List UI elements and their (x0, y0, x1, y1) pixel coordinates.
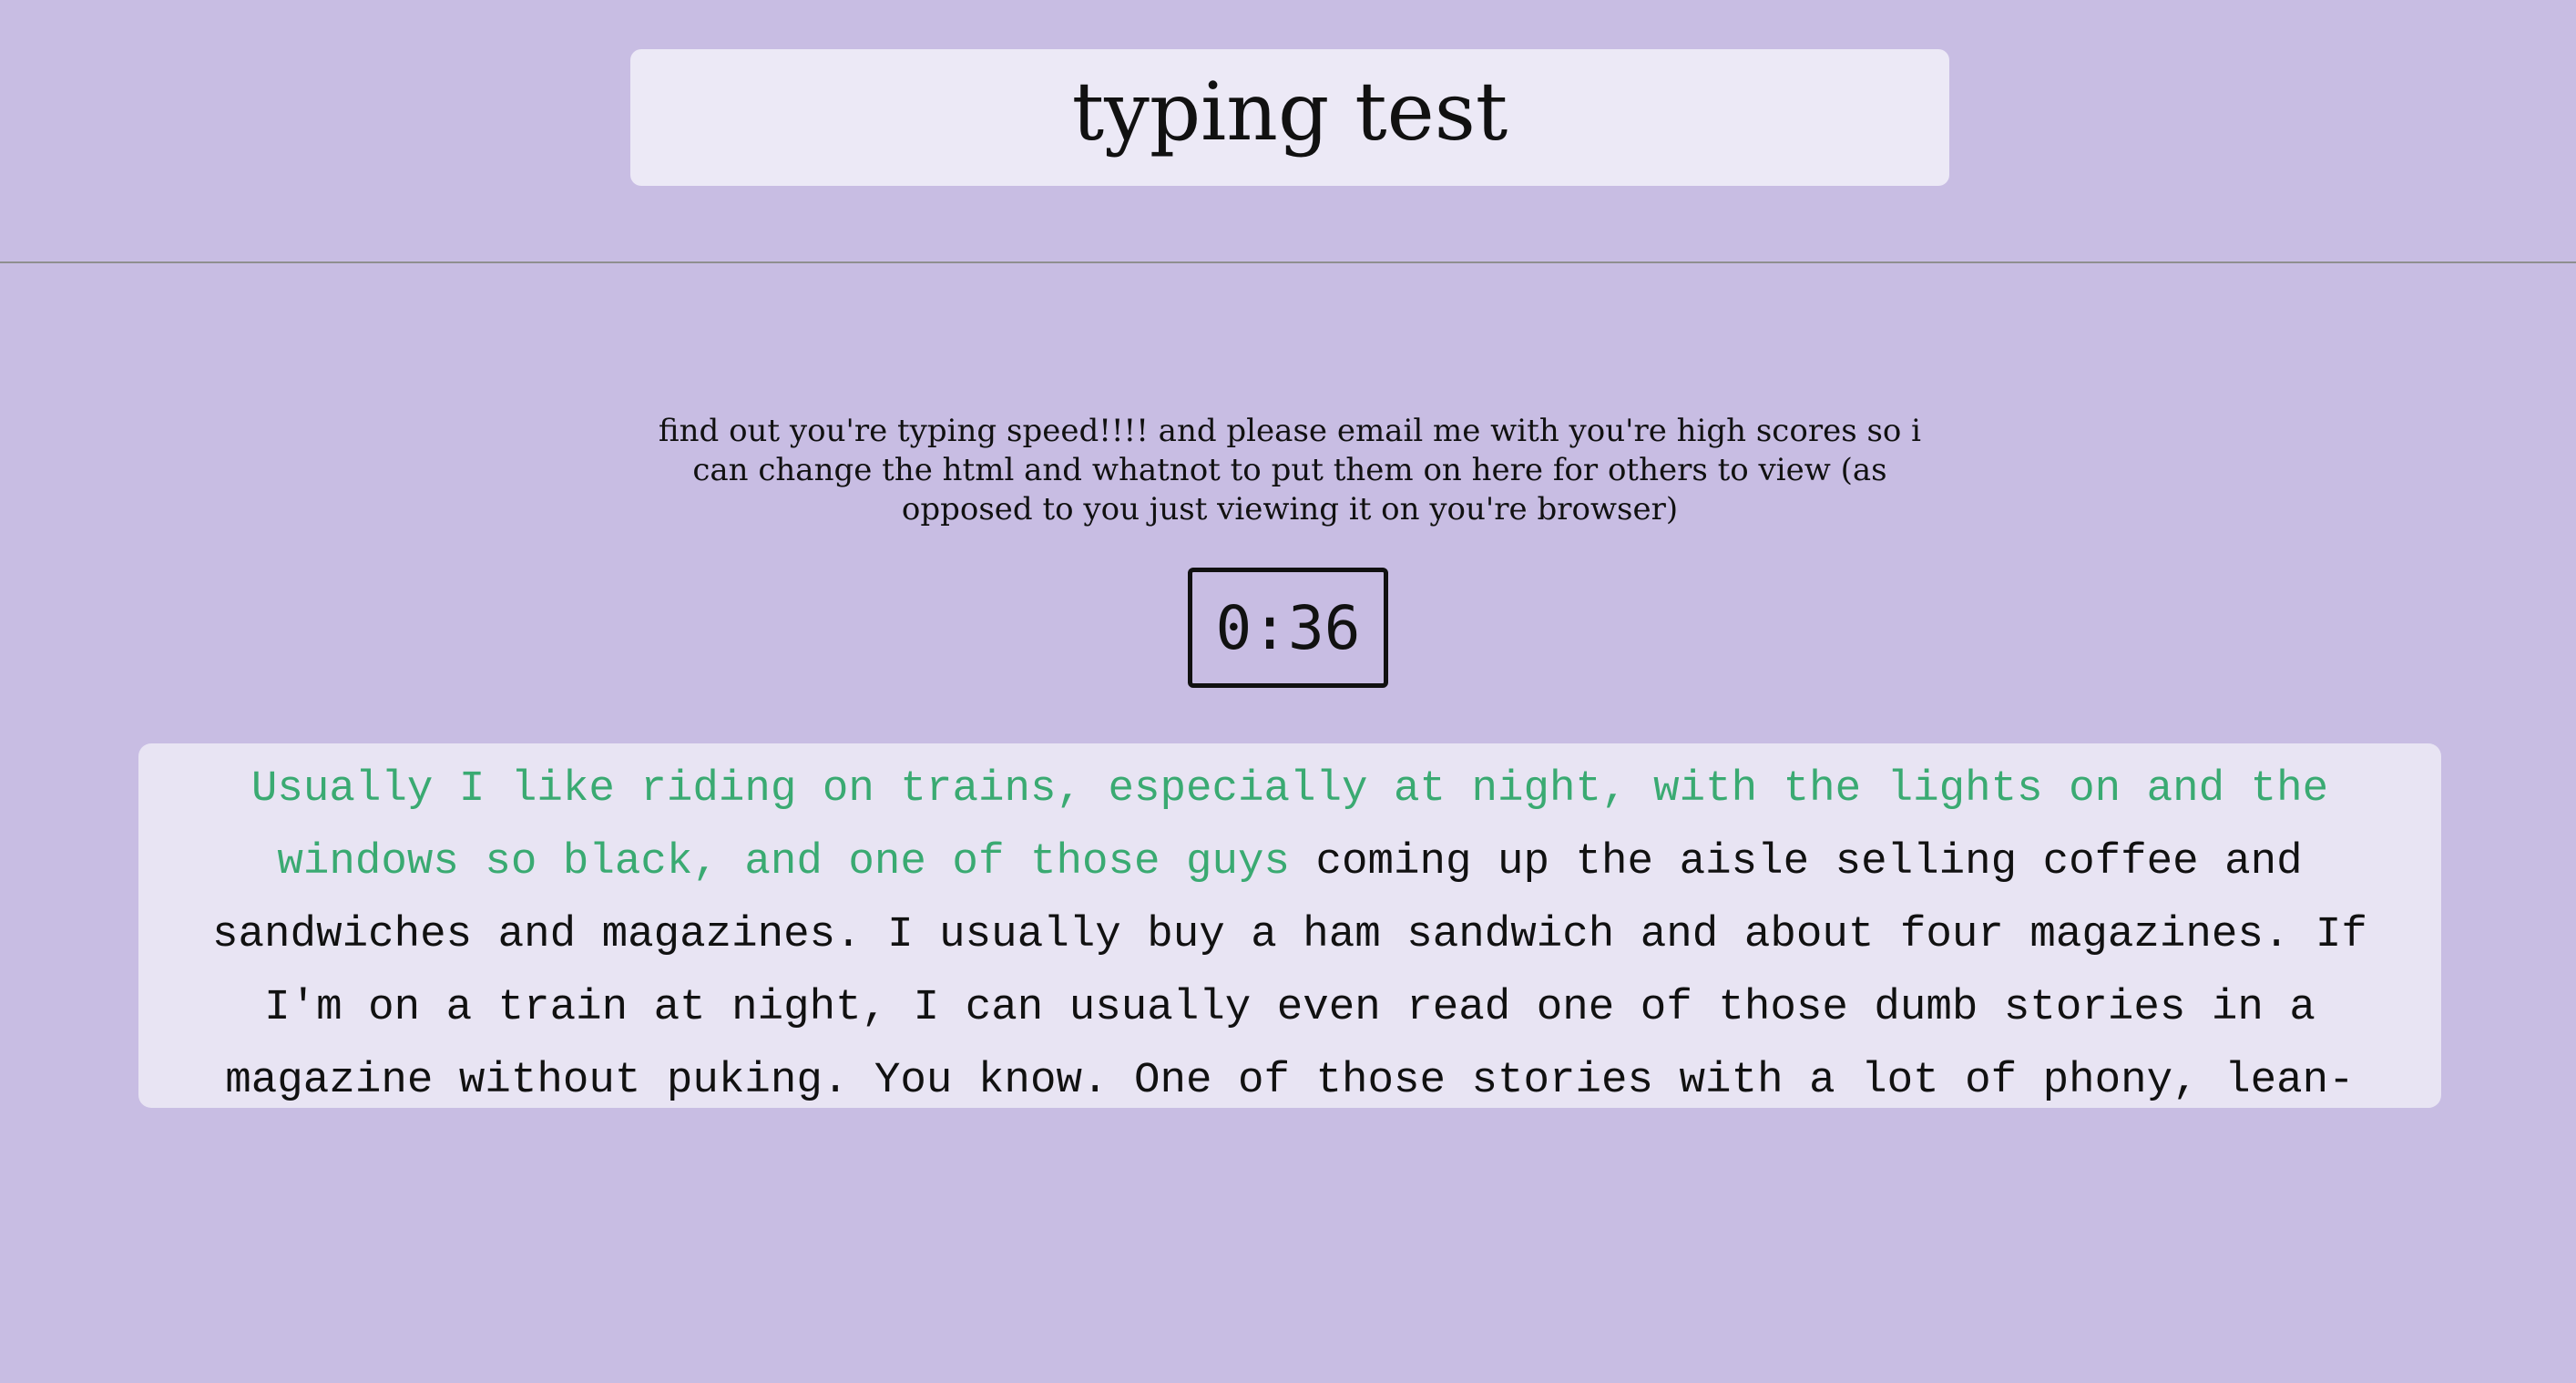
countdown-timer: 0:36 (1188, 568, 1388, 688)
intro-text: find out you're typing speed!!!! and ple… (658, 413, 1922, 528)
title-banner: typing test (630, 49, 1949, 186)
horizontal-divider (0, 261, 2576, 263)
page-title: typing test (1071, 65, 1508, 159)
typing-passage: Usually I like riding on trains, especia… (175, 753, 2405, 1108)
typing-passage-panel[interactable]: Usually I like riding on trains, especia… (138, 743, 2441, 1108)
